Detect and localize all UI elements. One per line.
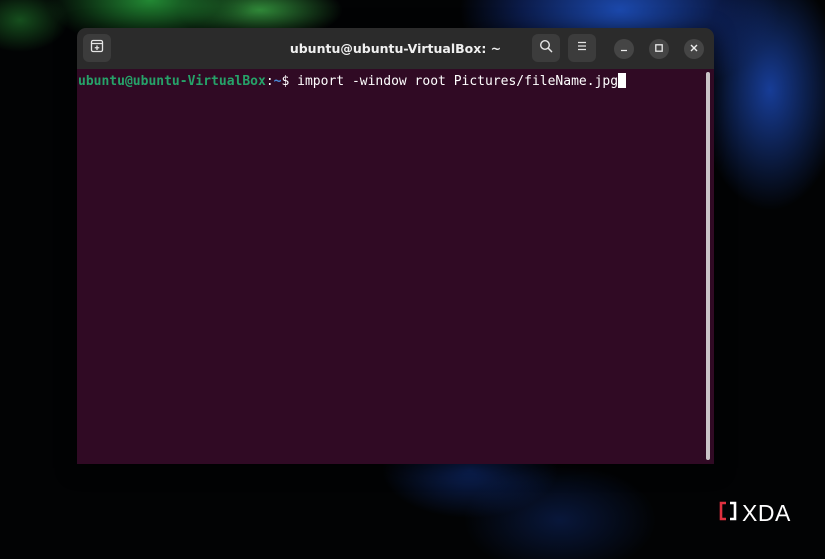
minimize-button[interactable]: [614, 39, 634, 59]
close-icon: [689, 40, 699, 58]
terminal-area[interactable]: ubuntu@ubuntu-VirtualBox:~$ import -wind…: [77, 69, 714, 464]
desktop-wallpaper: ubuntu@ubuntu-VirtualBox: ~ ubuntu@ubunt…: [0, 0, 825, 559]
text-cursor: [618, 73, 627, 88]
hamburger-menu-icon: [575, 39, 589, 58]
prompt-path: ~: [273, 74, 282, 89]
xda-logo-icon: [718, 500, 740, 527]
window-headerbar[interactable]: ubuntu@ubuntu-VirtualBox: ~: [77, 28, 714, 70]
minimize-icon: [619, 40, 629, 58]
prompt-symbol: $: [281, 74, 298, 89]
prompt-line: ubuntu@ubuntu-VirtualBox:~$ import -wind…: [78, 73, 627, 90]
search-button[interactable]: [532, 34, 560, 62]
prompt-user: ubuntu@ubuntu-VirtualBox: [78, 74, 266, 89]
search-icon: [539, 39, 553, 58]
window-title: ubuntu@ubuntu-VirtualBox: ~: [289, 41, 502, 56]
terminal-scrollbar[interactable]: [706, 72, 710, 460]
xda-logo-text: XDA: [742, 500, 791, 526]
xda-watermark: XDA: [718, 500, 791, 526]
maximize-button[interactable]: [649, 39, 669, 59]
new-tab-button[interactable]: [83, 34, 111, 62]
maximize-icon: [654, 40, 664, 58]
prompt-colon: :: [265, 74, 274, 89]
terminal-window: ubuntu@ubuntu-VirtualBox: ~ ubuntu@ubunt…: [77, 28, 714, 464]
close-button[interactable]: [684, 39, 704, 59]
new-tab-icon: [90, 39, 104, 58]
command-text[interactable]: import -window root Pictures/fileName.jp…: [297, 74, 618, 89]
menu-button[interactable]: [568, 34, 596, 62]
